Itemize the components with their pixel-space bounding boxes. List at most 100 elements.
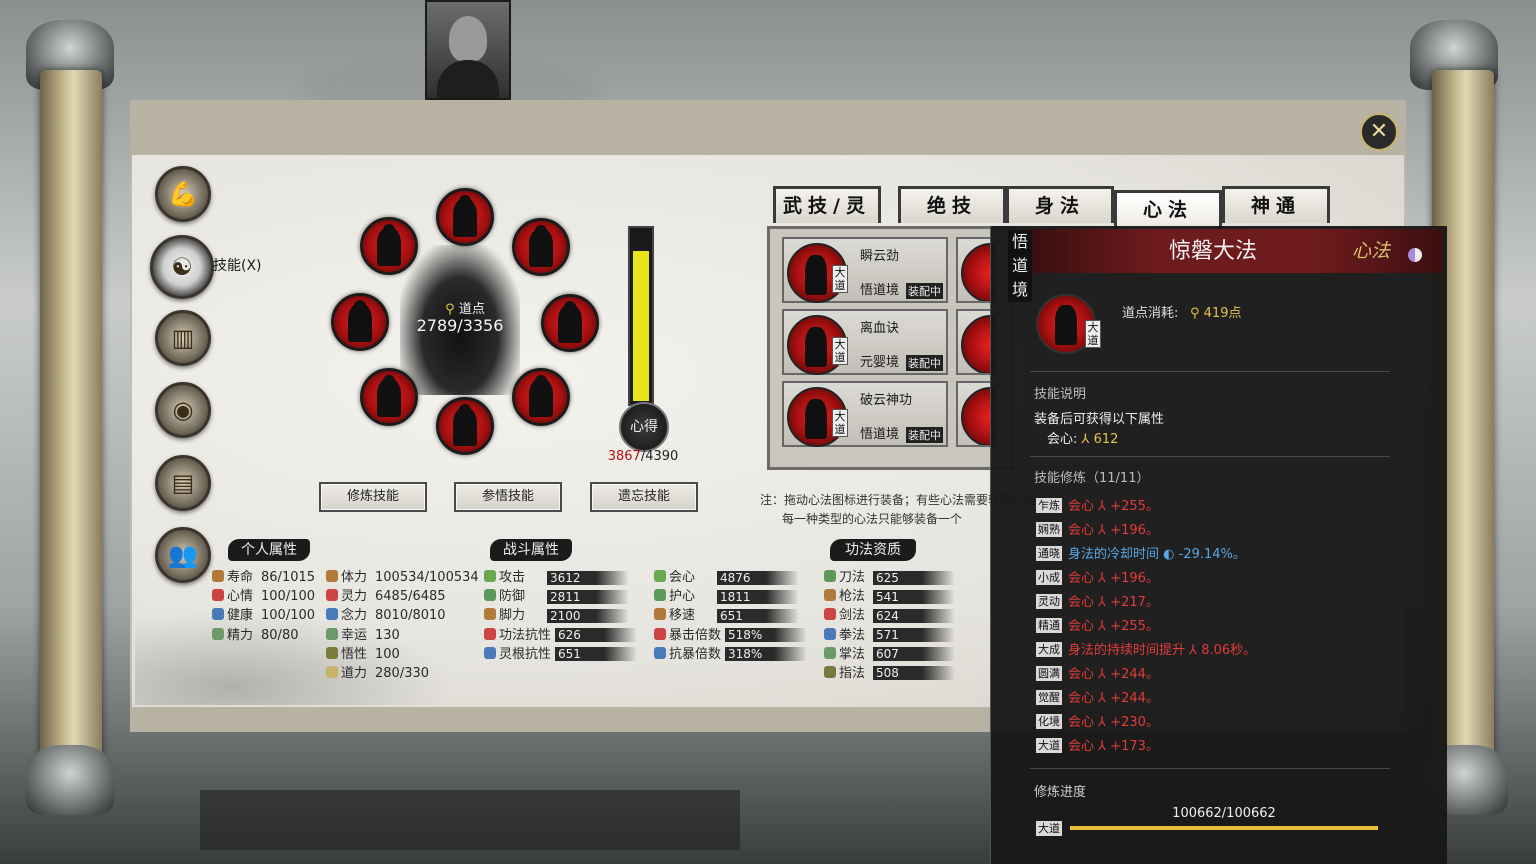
skill-realm: 元婴境 — [860, 355, 900, 370]
insight-current: 3867 — [607, 449, 641, 464]
attribute-row: 幸运 130 — [326, 627, 479, 645]
nav-skills-button[interactable]: ☯ — [150, 235, 214, 299]
description-text: 装备后可获得以下属性 — [1034, 412, 1165, 427]
skill-card[interactable]: 大道 破云神功 悟道境 装配中 — [782, 381, 948, 447]
skill-node-bottom[interactable] — [436, 397, 494, 455]
train-skill-button[interactable]: 修炼技能 — [319, 482, 427, 512]
training-level-row: 大道 会心 ⅄ +173。 — [1036, 735, 1159, 755]
tab-4[interactable]: 心法 — [1114, 190, 1222, 229]
training-level-row: 乍炼 会心 ⅄ +255。 — [1036, 495, 1159, 515]
close-button[interactable]: ✕ — [1360, 113, 1398, 151]
attribute-row: 拳法 571 — [824, 627, 955, 645]
tab-3[interactable]: 身法 — [1006, 186, 1114, 223]
attribute-name: 念力 — [341, 608, 368, 624]
skill-node-left[interactable] — [331, 293, 389, 351]
skill-node-bottom-right[interactable] — [512, 368, 570, 426]
aptitude-header: 功法资质 — [830, 539, 916, 561]
attribute-name: 拳法 — [839, 627, 866, 643]
training-level-row: 化境 会心 ⅄ +230。 — [1036, 711, 1159, 731]
level-value: +255。 — [1110, 499, 1159, 514]
tooltip-skill-tag: 大道 — [1085, 320, 1101, 348]
attribute-row: 寿命 86/1015 — [212, 569, 315, 587]
attribute-row: 剑法 624 — [824, 607, 955, 625]
forget-skill-button[interactable]: 遗忘技能 — [590, 482, 698, 512]
level-badge: 大成 — [1036, 642, 1062, 657]
skill-name: 离血诀 — [860, 321, 900, 336]
nav-relations-button[interactable]: 👥 — [155, 527, 211, 583]
attribute-name: 防御 — [499, 589, 526, 605]
attribute-name: 悟性 — [341, 646, 368, 662]
progress-badge: 大道 — [1036, 821, 1062, 836]
dao-point-icon: ⚲ — [1190, 306, 1204, 321]
nav-scrolls-button[interactable]: ▥ — [155, 310, 211, 366]
attribute-icon — [212, 608, 224, 621]
training-level-row: 圆满 会心 ⅄ +244。 — [1036, 663, 1159, 683]
crit-icon: ⅄ — [1094, 691, 1111, 706]
people-icon: 👥 — [168, 541, 198, 569]
skill-figure — [805, 255, 827, 295]
attribute-row: 心情 100/100 — [212, 588, 315, 606]
attribute-value: 518% — [725, 628, 808, 643]
skill-figure — [805, 327, 827, 367]
nav-book-button[interactable]: ▤ — [155, 455, 211, 511]
attribute-value: 2100 — [547, 608, 629, 623]
insight-gauge-fill — [633, 251, 649, 401]
nav-attributes-button[interactable]: 💪 — [155, 166, 211, 222]
attribute-name: 体力 — [341, 570, 368, 585]
skill-node-top[interactable] — [436, 188, 494, 246]
tab-2[interactable]: 绝技 — [898, 186, 1006, 223]
attribute-row: 攻击 3612 — [484, 569, 637, 587]
insight-value: 3867/4390 — [597, 449, 689, 464]
attribute-icon — [824, 608, 836, 621]
equip-note-line2: 每一种类型的心法只能够装备一个 — [782, 512, 963, 526]
equipped-badge: 装配中 — [906, 427, 943, 443]
cooldown-icon: ◐ — [1159, 547, 1179, 562]
skill-node-right[interactable] — [541, 294, 599, 352]
crit-icon: ⅄ — [1094, 499, 1111, 514]
attribute-icon — [824, 665, 836, 678]
character-portrait[interactable] — [425, 0, 511, 100]
attribute-value: 100 — [375, 646, 400, 662]
level-badge: 通晓 — [1036, 546, 1062, 561]
level-effect: 会心 — [1068, 691, 1095, 706]
insight-gauge — [628, 226, 654, 406]
attribute-icon — [824, 589, 836, 602]
skill-node-bottom-left[interactable] — [360, 368, 418, 426]
crit-icon: ⅄ — [1094, 739, 1111, 754]
skill-card[interactable]: 大道 离血诀 元婴境 装配中 — [782, 309, 948, 375]
level-badge: 精通 — [1036, 618, 1062, 633]
progress-bar — [1070, 826, 1378, 830]
nav-bag-button[interactable]: ◉ — [155, 382, 211, 438]
skill-name: 瞬云劲 — [860, 249, 900, 264]
bottom-hud — [200, 790, 740, 850]
training-level-row: 精通 会心 ⅄ +255。 — [1036, 615, 1159, 635]
level-badge: 化境 — [1036, 714, 1062, 729]
level-value: +196。 — [1110, 523, 1159, 538]
tooltip-skill-type: 心法 — [1352, 240, 1391, 262]
attribute-row: 念力 8010/8010 — [326, 607, 479, 625]
skill-tag: 大道 — [832, 265, 848, 293]
attribute-value: 100534/100534 — [375, 570, 479, 585]
yin-yang-icon: ☯ — [171, 253, 193, 281]
attribute-value: 318% — [725, 647, 808, 662]
skill-node-top-right[interactable] — [512, 218, 570, 276]
attribute-value: 2811 — [547, 589, 629, 604]
insight-max: /4390 — [640, 449, 679, 464]
level-value: +244。 — [1110, 667, 1159, 682]
stat-value: 612 — [1093, 432, 1119, 447]
description-stat: 会心: ⅄ 612 — [1047, 428, 1118, 447]
crit-icon: ⅄ — [1094, 715, 1111, 730]
skill-card[interactable]: 大道 瞬云劲 悟道境 装配中 — [782, 237, 948, 303]
tab-5[interactable]: 神通 — [1222, 186, 1330, 223]
tab-1[interactable]: 武技/灵技 — [773, 186, 881, 251]
attribute-value: 3612 — [547, 570, 629, 585]
attribute-name: 移速 — [669, 608, 696, 624]
comprehend-skill-button[interactable]: 参悟技能 — [454, 482, 562, 512]
skill-tag: 大道 — [832, 337, 848, 365]
attribute-name: 幸运 — [341, 627, 368, 643]
skill-node-top-left[interactable] — [360, 217, 418, 275]
combat-attributes-header: 战斗属性 — [490, 539, 572, 561]
attribute-value: 100/100 — [261, 608, 316, 624]
attribute-name: 寿命 — [227, 570, 254, 585]
attribute-row: 指法 508 — [824, 665, 955, 683]
